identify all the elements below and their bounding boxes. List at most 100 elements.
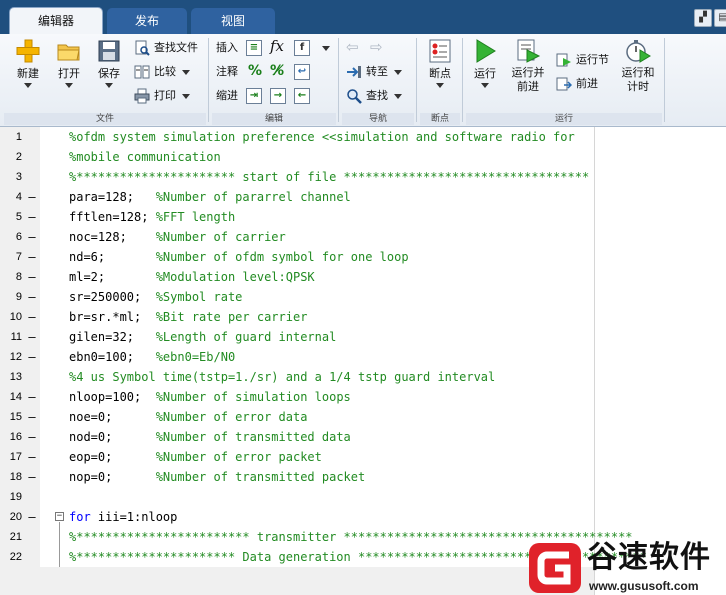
line-number[interactable]: 11 <box>0 327 22 347</box>
new-button[interactable]: 新建 <box>10 38 46 88</box>
code-line[interactable]: 4– para=128; %Number of pararrel channel <box>0 187 594 207</box>
code-line[interactable]: 5– fftlen=128; %FFT length <box>0 207 594 227</box>
breakpoint-dash[interactable]: – <box>28 347 36 367</box>
breakpoint-dash[interactable]: – <box>28 287 36 307</box>
run-section-icon <box>556 53 571 67</box>
breakpoint-dash[interactable]: – <box>28 427 36 447</box>
uncomment-icon[interactable]: %̸ <box>270 63 284 79</box>
run-and-time-button[interactable]: 运行和 计时 <box>618 38 658 94</box>
increase-indent-icon[interactable]: → <box>270 88 286 104</box>
tab-publish[interactable]: 发布 <box>107 8 187 34</box>
find-files-button[interactable]: 查找文件 <box>134 38 198 58</box>
breakpoint-dash[interactable]: – <box>28 267 36 287</box>
line-number[interactable]: 16 <box>0 427 22 447</box>
forward-arrow-icon[interactable]: ⇨ <box>370 38 383 56</box>
breakpoint-dash[interactable]: – <box>28 327 36 347</box>
open-button[interactable]: 打开 <box>52 38 86 88</box>
fold-toggle-icon[interactable]: − <box>55 512 64 521</box>
line-number[interactable]: 14 <box>0 387 22 407</box>
code-line[interactable]: 16– nod=0; %Number of transmitted data <box>0 427 594 447</box>
save-button[interactable]: 保存 <box>92 38 126 88</box>
breakpoints-button[interactable]: 断点 <box>422 38 458 88</box>
code-line[interactable]: 11– gilen=32; %Length of guard internal <box>0 327 594 347</box>
code-line[interactable]: 6– noc=128; %Number of carrier <box>0 227 594 247</box>
goto-button[interactable]: 转至 <box>346 62 402 82</box>
line-number[interactable]: 12 <box>0 347 22 367</box>
matlab-editor-window: 编辑器 发布 视图 ▞ ▤ 新建 打开 保存 查找文件 比较 打印 文件 插入 … <box>0 0 726 595</box>
code-line[interactable]: 12– ebn0=100; %ebn0=Eb/N0 <box>0 347 594 367</box>
code-line[interactable]: 15– noe=0; %Number of error data <box>0 407 594 427</box>
code-line[interactable]: 8– ml=2; %Modulation level:QPSK <box>0 267 594 287</box>
line-number[interactable]: 20 <box>0 507 22 527</box>
line-number[interactable]: 8 <box>0 267 22 287</box>
breakpoint-dash[interactable]: – <box>28 187 36 207</box>
layout-icon[interactable]: ▤ <box>714 9 726 27</box>
breakpoint-dash[interactable]: – <box>28 247 36 267</box>
line-number[interactable]: 4 <box>0 187 22 207</box>
wrap-comments-icon[interactable]: ↩ <box>294 64 310 80</box>
breakpoint-dash[interactable]: – <box>28 207 36 227</box>
line-number[interactable]: 7 <box>0 247 22 267</box>
tab-view[interactable]: 视图 <box>191 8 275 34</box>
code-line[interactable]: 10– br=sr.*ml; %Bit rate per carrier <box>0 307 594 327</box>
insert-button[interactable]: 插入 <box>216 38 238 58</box>
run-section-button[interactable]: 运行节 <box>556 50 609 70</box>
breakpoint-dash[interactable]: – <box>28 447 36 467</box>
indent-button[interactable]: 缩进 <box>216 86 238 106</box>
code-line[interactable]: 9– sr=250000; %Symbol rate <box>0 287 594 307</box>
run-and-time-label-2: 计时 <box>627 80 649 93</box>
line-number[interactable]: 17 <box>0 447 22 467</box>
code-line[interactable]: 2 %mobile communication <box>0 147 594 167</box>
code-line[interactable]: 22 %********************** Data generatio… <box>0 547 647 567</box>
breakpoint-dash[interactable]: – <box>28 387 36 407</box>
line-number[interactable]: 9 <box>0 287 22 307</box>
line-number[interactable]: 13 <box>0 367 22 387</box>
code-line[interactable]: 21 %************************ transmitter … <box>0 527 633 547</box>
code-line[interactable]: 17– eop=0; %Number of error packet <box>0 447 594 467</box>
run-button[interactable]: 运行 <box>468 38 502 88</box>
breakpoint-dash[interactable]: – <box>28 407 36 427</box>
line-number[interactable]: 22 <box>0 547 22 567</box>
line-number[interactable]: 5 <box>0 207 22 227</box>
line-number[interactable]: 3 <box>0 167 22 187</box>
decrease-indent-icon[interactable]: ← <box>294 88 310 104</box>
code-line[interactable]: 1 %ofdm system simulation preference <<si… <box>0 127 594 147</box>
line-number[interactable]: 2 <box>0 147 22 167</box>
code-line[interactable]: 18– nop=0; %Number of transmitted packet <box>0 467 594 487</box>
tab-editor[interactable]: 编辑器 <box>9 7 103 34</box>
chevron-down-icon[interactable] <box>322 46 330 51</box>
line-number[interactable]: 6 <box>0 227 22 247</box>
run-and-advance-button[interactable]: 运行并 前进 <box>508 38 548 94</box>
line-number[interactable]: 15 <box>0 407 22 427</box>
code-line[interactable]: 19 <box>0 487 594 507</box>
advance-button[interactable]: 前进 <box>556 74 598 94</box>
line-number[interactable]: 19 <box>0 487 22 507</box>
code-editor[interactable]: 1 %ofdm system simulation preference <<si… <box>0 127 726 595</box>
breakpoint-dash[interactable]: – <box>28 227 36 247</box>
breakpoint-dash[interactable]: – <box>28 467 36 487</box>
back-arrow-icon[interactable]: ⇦ <box>346 38 359 56</box>
code-line[interactable]: 7– nd=6; %Number of ofdm symbol for one l… <box>0 247 594 267</box>
fx-button[interactable]: fx <box>270 37 284 55</box>
print-button[interactable]: 打印 <box>134 86 190 106</box>
code-line[interactable]: 14– nloop=100; %Number of simulation loop… <box>0 387 594 407</box>
compare-button[interactable]: 比较 <box>134 62 190 82</box>
breakpoint-dash[interactable]: – <box>28 507 36 527</box>
code-line[interactable]: 13 %4 us Symbol time(tstp=1./sr) and a 1/… <box>0 367 594 387</box>
comment-button[interactable]: 注释 <box>216 62 238 82</box>
code-line[interactable]: 3 %********************** start of file *… <box>0 167 594 187</box>
code-line[interactable]: 20– − for iii=1:nloop <box>0 507 594 527</box>
line-number[interactable]: 10 <box>0 307 22 327</box>
line-number[interactable]: 18 <box>0 467 22 487</box>
find-button[interactable]: 查找 <box>346 86 402 106</box>
minimize-ribbon-icon[interactable]: ▞ <box>694 9 712 27</box>
comment-symbol-icon[interactable]: % <box>248 63 262 79</box>
breakpoint-dash[interactable]: – <box>28 307 36 327</box>
keyword-text: for <box>69 510 91 524</box>
line-number[interactable]: 21 <box>0 527 22 547</box>
insert-section-icon[interactable]: ≡ <box>246 40 262 56</box>
line-number[interactable]: 1 <box>0 127 22 147</box>
smart-indent-icon[interactable]: ⇥ <box>246 88 262 104</box>
insert-function-icon[interactable]: f <box>294 40 310 56</box>
code-text: gilen=32; %Length of guard internal <box>69 327 336 347</box>
